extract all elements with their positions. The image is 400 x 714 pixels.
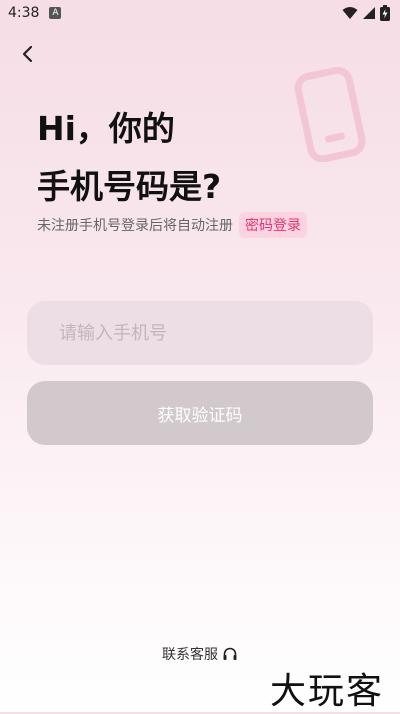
watermark-logo: 大玩客 [270, 671, 385, 712]
back-button[interactable] [14, 40, 42, 68]
get-verification-code-button[interactable]: 获取验证码 [27, 381, 373, 445]
status-icons [342, 5, 390, 21]
signal-icon [363, 7, 375, 19]
status-bar: 4:38 A [0, 0, 400, 26]
auto-register-hint: 未注册手机号登录后将自动注册 [37, 218, 233, 234]
headset-icon [223, 647, 237, 660]
wifi-icon [342, 7, 358, 19]
battery-icon [380, 5, 390, 21]
page-title: Hi，你的 手机号码是? [37, 100, 221, 216]
title-line-1: Hi，你的 [37, 109, 175, 148]
contact-support-label: 联系客服 [162, 647, 218, 663]
subtitle-row: 未注册手机号登录后将自动注册 密码登录 [37, 212, 307, 238]
phone-number-input[interactable] [27, 301, 373, 365]
contact-support-link[interactable]: 联系客服 [0, 644, 400, 664]
status-left: 4:38 A [8, 5, 62, 21]
chevron-left-icon [22, 45, 33, 63]
status-time: 4:38 [8, 5, 40, 21]
phone-decoration-icon [294, 66, 366, 162]
title-line-2: 手机号码是? [37, 167, 222, 206]
notification-badge-icon: A [49, 7, 62, 19]
password-login-link[interactable]: 密码登录 [239, 212, 307, 238]
